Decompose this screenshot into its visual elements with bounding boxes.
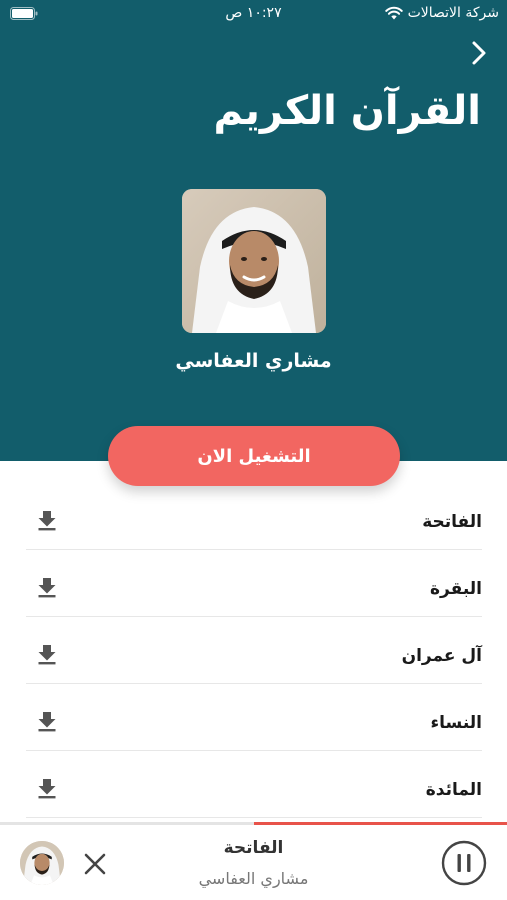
- download-icon[interactable]: [36, 777, 58, 799]
- surah-name: المائدة: [425, 780, 482, 800]
- play-now-button[interactable]: التشغيل الان: [108, 426, 400, 486]
- list-item[interactable]: الفاتحة: [26, 486, 482, 550]
- list-item[interactable]: النساء: [26, 684, 482, 751]
- surah-name: آل عمران: [401, 646, 482, 666]
- surah-list: الفاتحة البقرة آل عمران النساء المائدة: [26, 486, 482, 818]
- status-time: ١٠:٢٧ ص: [225, 5, 282, 21]
- pause-button[interactable]: [441, 840, 487, 886]
- surah-name: البقرة: [430, 579, 482, 599]
- list-item[interactable]: البقرة: [26, 550, 482, 617]
- progress-bar[interactable]: [0, 822, 507, 825]
- reciter-photo: [182, 189, 326, 333]
- list-item[interactable]: المائدة: [26, 751, 482, 818]
- header: شركة الاتصالات ١٠:٢٧ ص القرآن الكريم مشا…: [0, 0, 507, 461]
- now-playing-title: الفاتحة: [223, 838, 284, 858]
- download-icon[interactable]: [36, 710, 58, 732]
- chevron-right-icon[interactable]: [469, 40, 489, 66]
- mini-player: الفاتحة مشاري العفاسي: [0, 822, 507, 900]
- surah-name: الفاتحة: [422, 512, 482, 532]
- page-title: القرآن الكريم: [213, 88, 481, 134]
- download-icon[interactable]: [36, 509, 58, 531]
- battery-icon: [10, 7, 38, 20]
- status-bar: شركة الاتصالات ١٠:٢٧ ص: [0, 0, 507, 28]
- surah-name: النساء: [430, 713, 482, 733]
- download-icon[interactable]: [36, 576, 58, 598]
- download-icon[interactable]: [36, 643, 58, 665]
- list-item[interactable]: آل عمران: [26, 617, 482, 684]
- reciter-name: مشاري العفاسي: [175, 350, 332, 372]
- progress-fill: [253, 822, 507, 825]
- now-playing-reciter: مشاري العفاسي: [198, 869, 309, 888]
